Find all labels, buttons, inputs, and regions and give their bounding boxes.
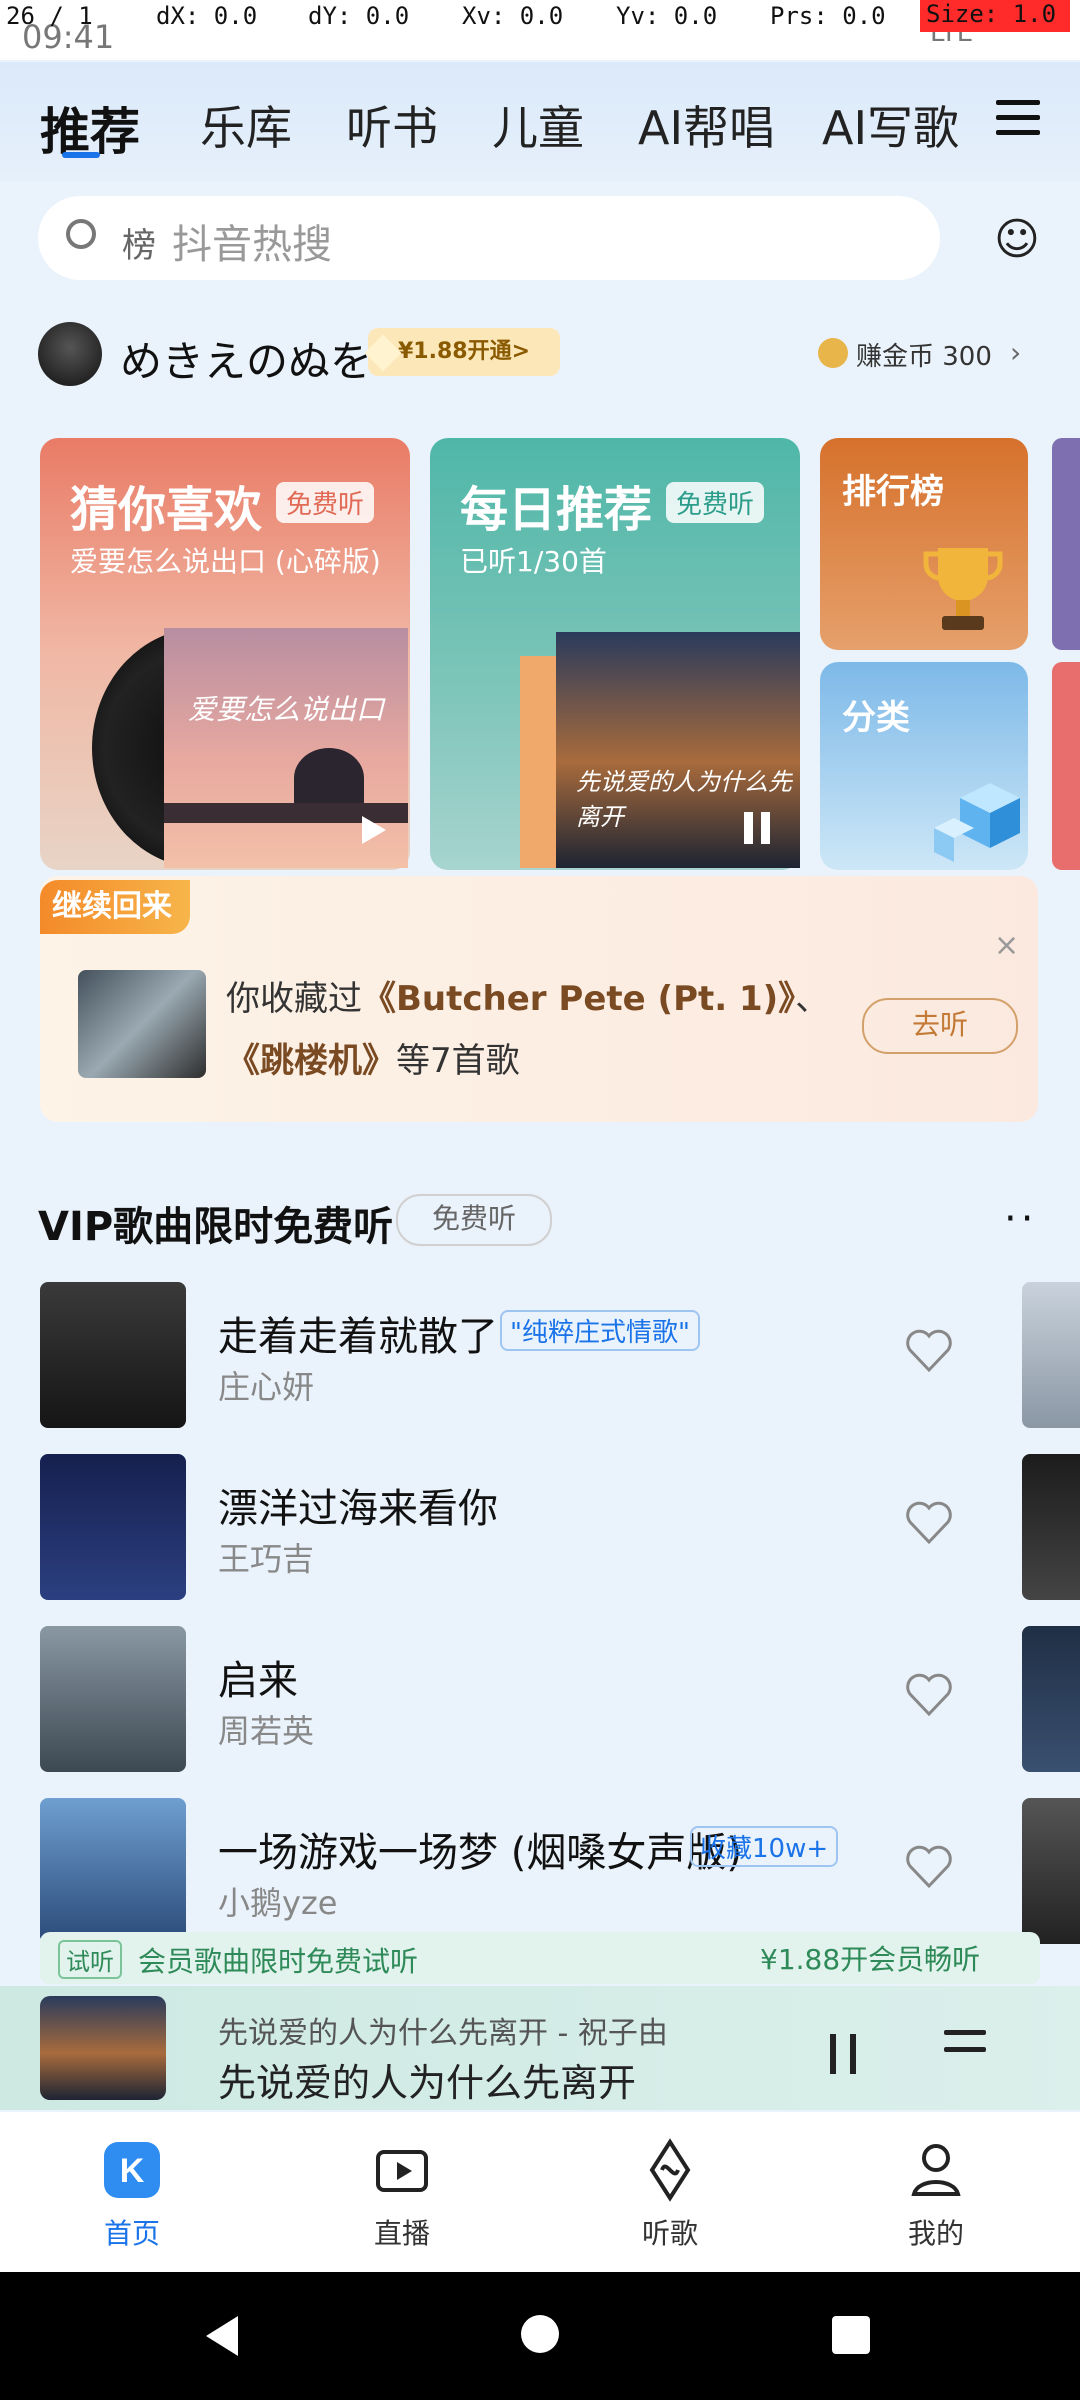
ranking-card-title: 排行榜 <box>842 472 944 512</box>
debug-dy: dY: 0.0 <box>308 2 410 30</box>
recent-sep: 、 <box>795 979 830 1019</box>
song-tag-4: 收藏10w+ <box>690 1826 839 1867</box>
side-cover-3[interactable] <box>1022 1626 1080 1772</box>
user-name[interactable]: めきえのぬを <box>120 328 372 389</box>
guess-cover-text: 爱要怎么说出口 <box>188 693 385 726</box>
debug-prs: Prs: 0.0 <box>770 2 886 30</box>
debug-size: Size: 1.0 <box>920 0 1070 32</box>
daily-card-sub: 已听1/30首 <box>460 545 607 578</box>
mini-player-subtitle: 先说爱的人为什么先离开 - 祝子由 <box>218 2016 668 2051</box>
nav-listen[interactable]: 听歌 <box>642 2212 698 2252</box>
nav-home[interactable]: 首页 <box>104 2212 160 2252</box>
recent-covers-collage <box>78 970 206 1078</box>
hot-rank-label: 榜 <box>122 226 156 266</box>
trial-vip-button[interactable]: ¥1.88开会员畅听 <box>760 1938 980 1978</box>
debug-xv: Xv: 0.0 <box>462 2 564 30</box>
system-nav-bar <box>0 2272 1080 2400</box>
heart-icon[interactable] <box>904 1844 954 1890</box>
recent-song-2: 《跳楼机》 <box>226 1041 396 1081</box>
coin-icon <box>818 338 848 368</box>
song-cover-3[interactable] <box>40 1626 186 1772</box>
daily-cover-back <box>520 656 560 868</box>
close-icon[interactable]: × <box>994 928 1019 963</box>
home-icon[interactable] <box>518 2312 562 2356</box>
trophy-icon <box>923 548 1003 630</box>
nav-live[interactable]: 直播 <box>374 2212 430 2252</box>
next-card-edge-2[interactable] <box>1052 662 1080 870</box>
recent-text-post: 等7首歌 <box>396 1041 520 1081</box>
playlist-icon[interactable] <box>944 2030 986 2070</box>
avatar[interactable] <box>38 322 102 386</box>
trial-tag: 试听 <box>58 1940 122 1979</box>
recents-icon[interactable] <box>830 2314 872 2356</box>
more-icon[interactable]: ·· <box>1004 1196 1037 1242</box>
side-cover-4[interactable] <box>1022 1798 1080 1944</box>
section-title: VIP歌曲限时免费听 <box>38 1204 394 1250</box>
song-artist-1: 庄心妍 <box>218 1368 315 1406</box>
song-tag-1: "纯粹庄式情歌" <box>500 1310 700 1351</box>
menu-icon[interactable] <box>996 100 1040 136</box>
song-title-2[interactable]: 漂洋过海来看你 <box>218 1476 498 1534</box>
song-artist-4: 小鹅yze <box>218 1884 338 1922</box>
song-title-1[interactable]: 走着走着就散了 <box>218 1304 498 1362</box>
debug-overlay: 26 / 1 dX: 0.0 dY: 0.0 Xv: 0.0 Yv: 0.0 P… <box>0 0 1080 32</box>
debug-pointer: 26 / 1 <box>6 2 93 30</box>
mini-player-cover[interactable] <box>40 1996 166 2100</box>
nav-mine[interactable]: 我的 <box>908 2212 964 2252</box>
tab-library[interactable]: 乐库 <box>200 92 292 158</box>
guess-card-title: 猜你喜欢 <box>70 482 263 538</box>
recent-song-1: 《Butcher Pete (Pt. 1)》 <box>362 979 796 1019</box>
home-k-icon[interactable]: K <box>100 2138 164 2202</box>
heart-icon[interactable] <box>904 1500 954 1546</box>
song-cover-4[interactable] <box>40 1798 186 1944</box>
earn-coins-label[interactable]: 赚金币 300 <box>856 336 992 373</box>
search-placeholder[interactable]: 抖音热搜 <box>172 212 332 270</box>
pause-icon[interactable] <box>740 808 774 848</box>
live-icon[interactable] <box>370 2138 434 2202</box>
pause-icon[interactable] <box>826 2030 860 2078</box>
debug-dx: dX: 0.0 <box>156 2 258 30</box>
tab-ai-sing[interactable]: AI帮唱 <box>638 92 775 158</box>
svg-text:K: K <box>120 2152 145 2190</box>
tree-silhouette <box>294 748 364 808</box>
heart-icon[interactable] <box>904 1672 954 1718</box>
voice-search-icon[interactable]: ☺ <box>994 214 1040 265</box>
guess-card-sub: 爱要怎么说出口 (心碎版) <box>70 545 380 578</box>
song-cover-1[interactable] <box>40 1282 186 1428</box>
play-icon[interactable] <box>352 810 392 850</box>
vip-price-label: ¥1.88开通> <box>397 339 531 364</box>
chevron-right-icon: › <box>1010 336 1022 369</box>
song-title-3[interactable]: 启来 <box>218 1648 298 1706</box>
music-wave-icon[interactable] <box>638 2138 702 2202</box>
trial-text: 会员歌曲限时免费试听 <box>138 1945 419 1978</box>
category-card-title: 分类 <box>842 698 910 738</box>
song-artist-2: 王巧吉 <box>218 1540 315 1578</box>
daily-free-badge: 免费听 <box>666 482 765 523</box>
debug-yv: Yv: 0.0 <box>616 2 718 30</box>
next-card-edge[interactable] <box>1052 438 1080 650</box>
tab-ai-write[interactable]: AI写歌 <box>822 92 959 158</box>
cubes-icon <box>934 783 1020 862</box>
back-icon[interactable] <box>200 2312 244 2360</box>
profile-icon[interactable] <box>904 2138 968 2202</box>
song-title-4[interactable]: 一场游戏一场梦 (烟嗓女声版) <box>218 1820 742 1878</box>
search-icon <box>66 219 96 249</box>
go-listen-button[interactable]: 去听 <box>862 998 1018 1054</box>
tab-audiobook[interactable]: 听书 <box>346 92 438 158</box>
recent-text: 你收藏过《Butcher Pete (Pt. 1)》、 《跳楼机》等7首歌 <box>226 968 836 1092</box>
song-cover-2[interactable] <box>40 1454 186 1600</box>
recent-text-pre: 你收藏过 <box>226 979 362 1019</box>
free-listen-button[interactable]: 免费听 <box>396 1194 552 1246</box>
song-artist-3: 周若英 <box>218 1712 315 1750</box>
mini-player-title: 先说爱的人为什么先离开 <box>218 2061 637 2105</box>
guess-free-badge: 免费听 <box>276 482 375 523</box>
side-cover-1[interactable] <box>1022 1282 1080 1428</box>
recent-badge: 继续回来 <box>40 880 190 934</box>
side-cover-2[interactable] <box>1022 1454 1080 1600</box>
heart-icon[interactable] <box>904 1328 954 1374</box>
active-tab-indicator <box>62 152 100 158</box>
tab-kids[interactable]: 儿童 <box>492 92 584 158</box>
daily-card-title: 每日推荐 <box>460 482 653 538</box>
